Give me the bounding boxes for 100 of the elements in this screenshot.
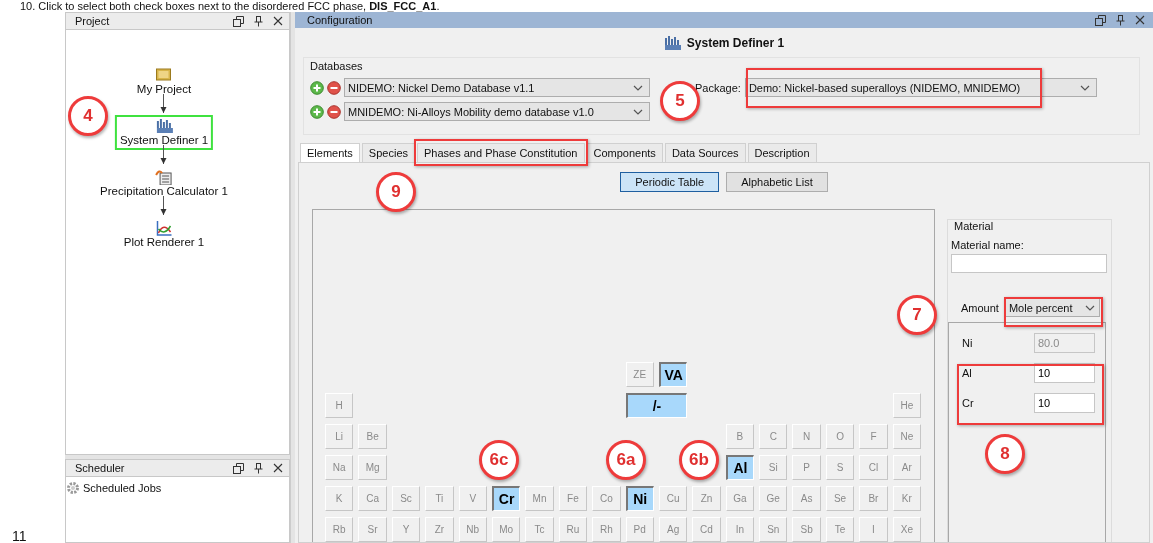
element-button[interactable]: Mn bbox=[525, 486, 554, 511]
node-label: My Project bbox=[136, 83, 192, 96]
panel-title: Configuration bbox=[307, 14, 373, 26]
database-dropdown[interactable]: NIDEMO: Nickel Demo Database v1.1 bbox=[344, 78, 650, 97]
element-label: Cr bbox=[962, 397, 974, 409]
chevron-down-icon bbox=[633, 84, 643, 91]
element-button[interactable]: Be bbox=[358, 424, 387, 449]
element-button[interactable]: Ar bbox=[892, 455, 922, 480]
pin-icon[interactable] bbox=[254, 462, 263, 474]
species-button[interactable]: VA bbox=[658, 362, 688, 387]
element-button[interactable]: Tc bbox=[525, 517, 554, 542]
element-button[interactable]: Ru bbox=[558, 517, 588, 542]
element-button[interactable]: Co bbox=[592, 486, 621, 511]
element-label: Al bbox=[962, 367, 972, 379]
tab[interactable]: Description bbox=[747, 143, 817, 162]
element-button[interactable]: Xe bbox=[892, 517, 922, 542]
element-button[interactable]: Cd bbox=[692, 517, 721, 542]
page-number: 11 bbox=[11, 529, 28, 543]
element-button[interactable]: Ne bbox=[892, 424, 922, 449]
element-button[interactable]: Y bbox=[391, 517, 421, 542]
material-name-field[interactable] bbox=[951, 254, 1107, 273]
element-button[interactable]: Cr bbox=[491, 486, 521, 511]
element-button[interactable]: Fe bbox=[558, 486, 588, 511]
tab[interactable]: Data Sources bbox=[664, 143, 746, 162]
element-button[interactable]: Zr bbox=[425, 517, 454, 542]
tree-node[interactable]: My Project bbox=[115, 64, 213, 99]
pin-icon[interactable] bbox=[1116, 14, 1125, 26]
connector-arrow bbox=[160, 196, 167, 216]
element-button[interactable]: Si bbox=[759, 455, 788, 480]
element-button[interactable]: Pd bbox=[625, 517, 654, 542]
bar-chart-icon bbox=[155, 118, 173, 134]
element-button[interactable]: Al bbox=[725, 455, 755, 480]
element-button[interactable]: Na bbox=[325, 455, 354, 480]
element-button[interactable]: O bbox=[825, 424, 855, 449]
element-button[interactable]: Ga bbox=[725, 486, 755, 511]
element-button[interactable]: Ni bbox=[625, 486, 654, 511]
element-button[interactable]: Cl bbox=[859, 455, 888, 480]
view-toggle-button[interactable]: Periodic Table bbox=[620, 172, 720, 192]
amount-field[interactable]: 10 bbox=[1034, 393, 1095, 413]
close-icon[interactable] bbox=[273, 16, 283, 26]
element-button[interactable]: Nb bbox=[458, 517, 487, 542]
amount-field[interactable]: 10 bbox=[1034, 363, 1095, 383]
add-icon[interactable] bbox=[310, 104, 324, 119]
node-label: Plot Renderer 1 bbox=[123, 236, 205, 249]
element-button[interactable]: Ag bbox=[658, 517, 688, 542]
element-button[interactable]: S bbox=[825, 455, 855, 480]
element-button[interactable]: P bbox=[792, 455, 821, 480]
tab[interactable]: Species bbox=[361, 143, 415, 162]
restore-icon[interactable] bbox=[233, 15, 244, 27]
element-button[interactable]: Sr bbox=[358, 517, 387, 542]
tree-node[interactable]: Plot Renderer 1 bbox=[115, 217, 213, 252]
element-button[interactable]: H bbox=[325, 393, 354, 418]
tab[interactable]: Elements bbox=[300, 143, 360, 162]
view-toggle-button[interactable]: Alphabetic List bbox=[726, 172, 828, 192]
element-button[interactable]: Cu bbox=[658, 486, 688, 511]
element-button[interactable]: Ti bbox=[425, 486, 454, 511]
element-button[interactable]: Kr bbox=[892, 486, 922, 511]
element-button[interactable]: Sb bbox=[792, 517, 821, 542]
remove-icon[interactable] bbox=[327, 104, 341, 119]
restore-icon[interactable] bbox=[233, 462, 244, 474]
close-icon[interactable] bbox=[273, 463, 283, 473]
tab[interactable]: Phases and Phase Constitution bbox=[417, 143, 585, 162]
element-button[interactable]: Rh bbox=[592, 517, 621, 542]
element-button[interactable]: Sn bbox=[759, 517, 788, 542]
add-icon[interactable] bbox=[310, 80, 324, 95]
element-button[interactable]: Br bbox=[859, 486, 888, 511]
element-button[interactable]: K bbox=[325, 486, 354, 511]
element-button[interactable]: Te bbox=[825, 517, 855, 542]
scheduler-item[interactable]: Scheduled Jobs bbox=[83, 482, 162, 494]
element-button[interactable]: Mo bbox=[491, 517, 521, 542]
element-button[interactable]: Sc bbox=[391, 486, 421, 511]
element-button[interactable]: Zn bbox=[692, 486, 721, 511]
restore-icon[interactable] bbox=[1095, 14, 1106, 26]
pin-icon[interactable] bbox=[254, 15, 263, 27]
package-dropdown[interactable]: Demo: Nickel-based superalloys (NIDEMO, MNIDEMO) bbox=[744, 78, 1097, 97]
element-button[interactable]: As bbox=[792, 486, 821, 511]
chevron-down-icon bbox=[633, 108, 643, 115]
element-button[interactable]: F bbox=[859, 424, 888, 449]
database-dropdown[interactable]: MNIDEMO: Ni-Alloys Mobility demo database v1.0 bbox=[344, 102, 650, 121]
remove-icon[interactable] bbox=[327, 80, 341, 95]
field-label: Material name: bbox=[950, 238, 1025, 251]
element-button[interactable]: In bbox=[725, 517, 755, 542]
element-button[interactable]: V bbox=[458, 486, 487, 511]
element-button[interactable]: Ca bbox=[358, 486, 387, 511]
element-button[interactable]: N bbox=[792, 424, 821, 449]
element-button[interactable]: Mg bbox=[358, 455, 387, 480]
element-button[interactable]: C bbox=[759, 424, 788, 449]
element-button[interactable]: Rb bbox=[325, 517, 354, 542]
tab[interactable]: Components bbox=[586, 143, 663, 162]
species-button[interactable]: ZE bbox=[625, 362, 654, 387]
tree-node[interactable]: Precipitation Calculator 1 bbox=[95, 166, 233, 201]
element-button[interactable]: Li bbox=[325, 424, 354, 449]
element-button[interactable]: He bbox=[892, 393, 922, 418]
tree-node[interactable]: System Definer 1 bbox=[114, 115, 214, 150]
element-button[interactable]: I bbox=[859, 517, 888, 542]
species-button[interactable]: /- bbox=[625, 393, 688, 418]
element-button[interactable]: B bbox=[725, 424, 755, 449]
close-icon[interactable] bbox=[1135, 15, 1145, 25]
element-button[interactable]: Se bbox=[825, 486, 855, 511]
element-button[interactable]: Ge bbox=[759, 486, 788, 511]
